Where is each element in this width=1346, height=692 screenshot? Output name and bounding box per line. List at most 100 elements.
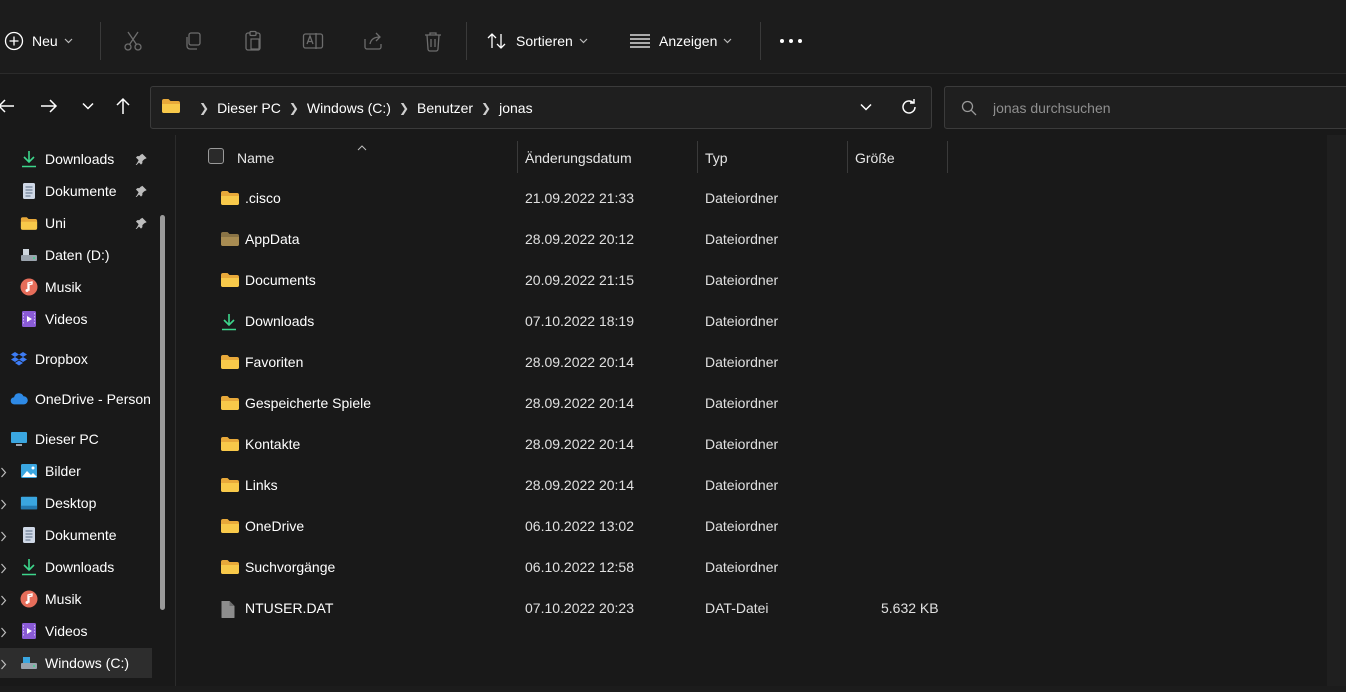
- up-arrow-icon[interactable]: [111, 94, 135, 118]
- search-input[interactable]: [993, 98, 1323, 118]
- picture-icon: [20, 462, 38, 480]
- sidebar-item-onedrive[interactable]: OneDrive - Person: [0, 384, 152, 414]
- sidebar-item-desktop[interactable]: Desktop: [0, 488, 152, 518]
- column-header-name[interactable]: Name: [237, 143, 274, 173]
- breadcrumb: ❯ Dieser PC ❯ Windows (C:) ❯ Benutzer ❯ …: [161, 87, 533, 128]
- table-row[interactable]: .cisco 21.09.2022 21:33 Dateiordner: [177, 179, 957, 217]
- rename-icon[interactable]: [301, 29, 325, 53]
- folder-icon: [161, 98, 181, 117]
- chevron-right-icon[interactable]: [0, 561, 7, 577]
- address-history-chevron-icon[interactable]: [859, 100, 873, 117]
- table-row[interactable]: Downloads 07.10.2022 18:19 Dateiordner: [177, 302, 957, 340]
- plus-circle-icon: [4, 31, 24, 51]
- sidebar-item-daten-d[interactable]: Daten (D:): [0, 240, 152, 270]
- command-bar: Neu Sortieren Anzeigen: [0, 0, 1346, 74]
- sidebar-item-musik[interactable]: Musik: [0, 584, 152, 614]
- view-label: Anzeigen: [659, 33, 718, 49]
- sidebar-item-dokumente[interactable]: Dokumente: [0, 520, 152, 550]
- chevron-right-icon[interactable]: ❯: [399, 101, 409, 115]
- delete-icon[interactable]: [421, 29, 445, 53]
- sort-button[interactable]: Sortieren: [486, 21, 588, 61]
- sidebar-item-label: Videos: [45, 311, 88, 327]
- table-row[interactable]: NTUSER.DAT 07.10.2022 20:23 DAT-Datei 5.632…: [177, 589, 957, 627]
- table-row[interactable]: OneDrive 06.10.2022 13:02 Dateiordner: [177, 507, 957, 545]
- chevron-right-icon[interactable]: [0, 593, 7, 609]
- view-button[interactable]: Anzeigen: [629, 21, 732, 61]
- pin-icon[interactable]: [135, 216, 147, 232]
- back-arrow-icon[interactable]: [0, 94, 18, 118]
- chevron-right-icon[interactable]: ❯: [199, 101, 209, 115]
- column-divider[interactable]: [697, 141, 698, 173]
- copy-icon[interactable]: [181, 29, 205, 53]
- share-icon[interactable]: [361, 29, 385, 53]
- sidebar-scrollbar[interactable]: [160, 215, 165, 610]
- sidebar-item-videos[interactable]: Videos: [0, 616, 152, 646]
- cut-icon[interactable]: [121, 29, 145, 53]
- file-list-scrollbar[interactable]: [1327, 135, 1346, 692]
- address-bar[interactable]: ❯ Dieser PC ❯ Windows (C:) ❯ Benutzer ❯ …: [150, 86, 932, 129]
- table-row[interactable]: Documents 20.09.2022 21:15 Dateiordner: [177, 261, 957, 299]
- sort-icon: [486, 31, 508, 51]
- recent-locations-chevron-icon[interactable]: [76, 94, 100, 118]
- table-row[interactable]: Kontakte 28.09.2022 20:14 Dateiordner: [177, 425, 957, 463]
- refresh-icon[interactable]: [900, 98, 918, 119]
- chevron-right-icon[interactable]: [0, 657, 7, 673]
- file-name: .cisco: [245, 190, 281, 206]
- sidebar-item-label: Downloads: [45, 151, 115, 167]
- sidebar-item-label: Windows (C:): [45, 655, 130, 671]
- pin-icon[interactable]: [135, 152, 147, 168]
- status-bar: [0, 686, 1346, 692]
- column-divider[interactable]: [847, 141, 848, 173]
- column-header-size[interactable]: Größe: [855, 143, 895, 173]
- chevron-right-icon[interactable]: [0, 465, 7, 481]
- more-options-icon[interactable]: [779, 29, 803, 53]
- sidebar-item-dieser-pc[interactable]: Dieser PC: [0, 424, 152, 454]
- select-all-checkbox[interactable]: [208, 148, 224, 164]
- sidebar-item-dokumente-pinned[interactable]: Dokumente: [0, 176, 152, 206]
- file-modified-date: 21.09.2022 21:33: [525, 190, 634, 206]
- sidebar-item-label: Musik: [45, 279, 82, 295]
- sidebar-item-windows-c[interactable]: Windows (C:): [0, 648, 152, 678]
- paste-icon[interactable]: [241, 29, 265, 53]
- sidebar-item-dropbox[interactable]: Dropbox: [0, 344, 152, 374]
- sort-label: Sortieren: [516, 33, 573, 49]
- column-divider[interactable]: [947, 141, 948, 173]
- table-row[interactable]: Gespeicherte Spiele 28.09.2022 20:14 Datei…: [177, 384, 957, 422]
- breadcrumb-item[interactable]: Windows (C:): [307, 100, 391, 116]
- column-divider[interactable]: [517, 141, 518, 173]
- breadcrumb-item[interactable]: Dieser PC: [217, 100, 281, 116]
- file-name: NTUSER.DAT: [245, 600, 334, 616]
- chevron-right-icon[interactable]: ❯: [481, 101, 491, 115]
- table-row[interactable]: Favoriten 28.09.2022 20:14 Dateiordner: [177, 343, 957, 381]
- chevron-right-icon[interactable]: [0, 625, 7, 641]
- forward-arrow-icon[interactable]: [37, 94, 61, 118]
- breadcrumb-item[interactable]: Benutzer: [417, 100, 473, 116]
- file-list: Name Änderungsdatum Typ Größe .cisco 21.0…: [177, 135, 1327, 685]
- new-button[interactable]: Neu: [4, 21, 73, 61]
- sidebar-item-videos-quick[interactable]: Videos: [0, 304, 152, 334]
- search-box[interactable]: [944, 86, 1346, 129]
- file-name: OneDrive: [245, 518, 305, 534]
- sidebar-item-bilder[interactable]: Bilder: [0, 456, 152, 486]
- sidebar-item-musik-quick[interactable]: Musik: [0, 272, 152, 302]
- column-header-type[interactable]: Typ: [705, 143, 728, 173]
- column-header-date[interactable]: Änderungsdatum: [525, 143, 632, 173]
- chevron-right-icon[interactable]: [0, 529, 7, 545]
- sidebar-item-uni-pinned[interactable]: Uni: [0, 208, 152, 238]
- file-modified-date: 07.10.2022 20:23: [525, 600, 634, 616]
- pin-icon[interactable]: [135, 184, 147, 200]
- file-name: Documents: [245, 272, 316, 288]
- file-name: Kontakte: [245, 436, 301, 452]
- sidebar-item-downloads[interactable]: Downloads: [0, 552, 152, 582]
- chevron-right-icon[interactable]: ❯: [289, 101, 299, 115]
- table-row[interactable]: Links 28.09.2022 20:14 Dateiordner: [177, 466, 957, 504]
- folder-icon: [220, 436, 240, 452]
- folder-icon: [220, 477, 240, 493]
- table-row[interactable]: Suchvorgänge 06.10.2022 12:58 Dateiordner: [177, 548, 957, 586]
- sidebar-item-downloads-pinned[interactable]: Downloads: [0, 144, 152, 174]
- file-size: 5.632 KB: [881, 600, 939, 616]
- folder-icon: [220, 190, 240, 206]
- table-row[interactable]: AppData 28.09.2022 20:12 Dateiordner: [177, 220, 957, 258]
- breadcrumb-item[interactable]: jonas: [499, 100, 532, 116]
- chevron-right-icon[interactable]: [0, 497, 7, 513]
